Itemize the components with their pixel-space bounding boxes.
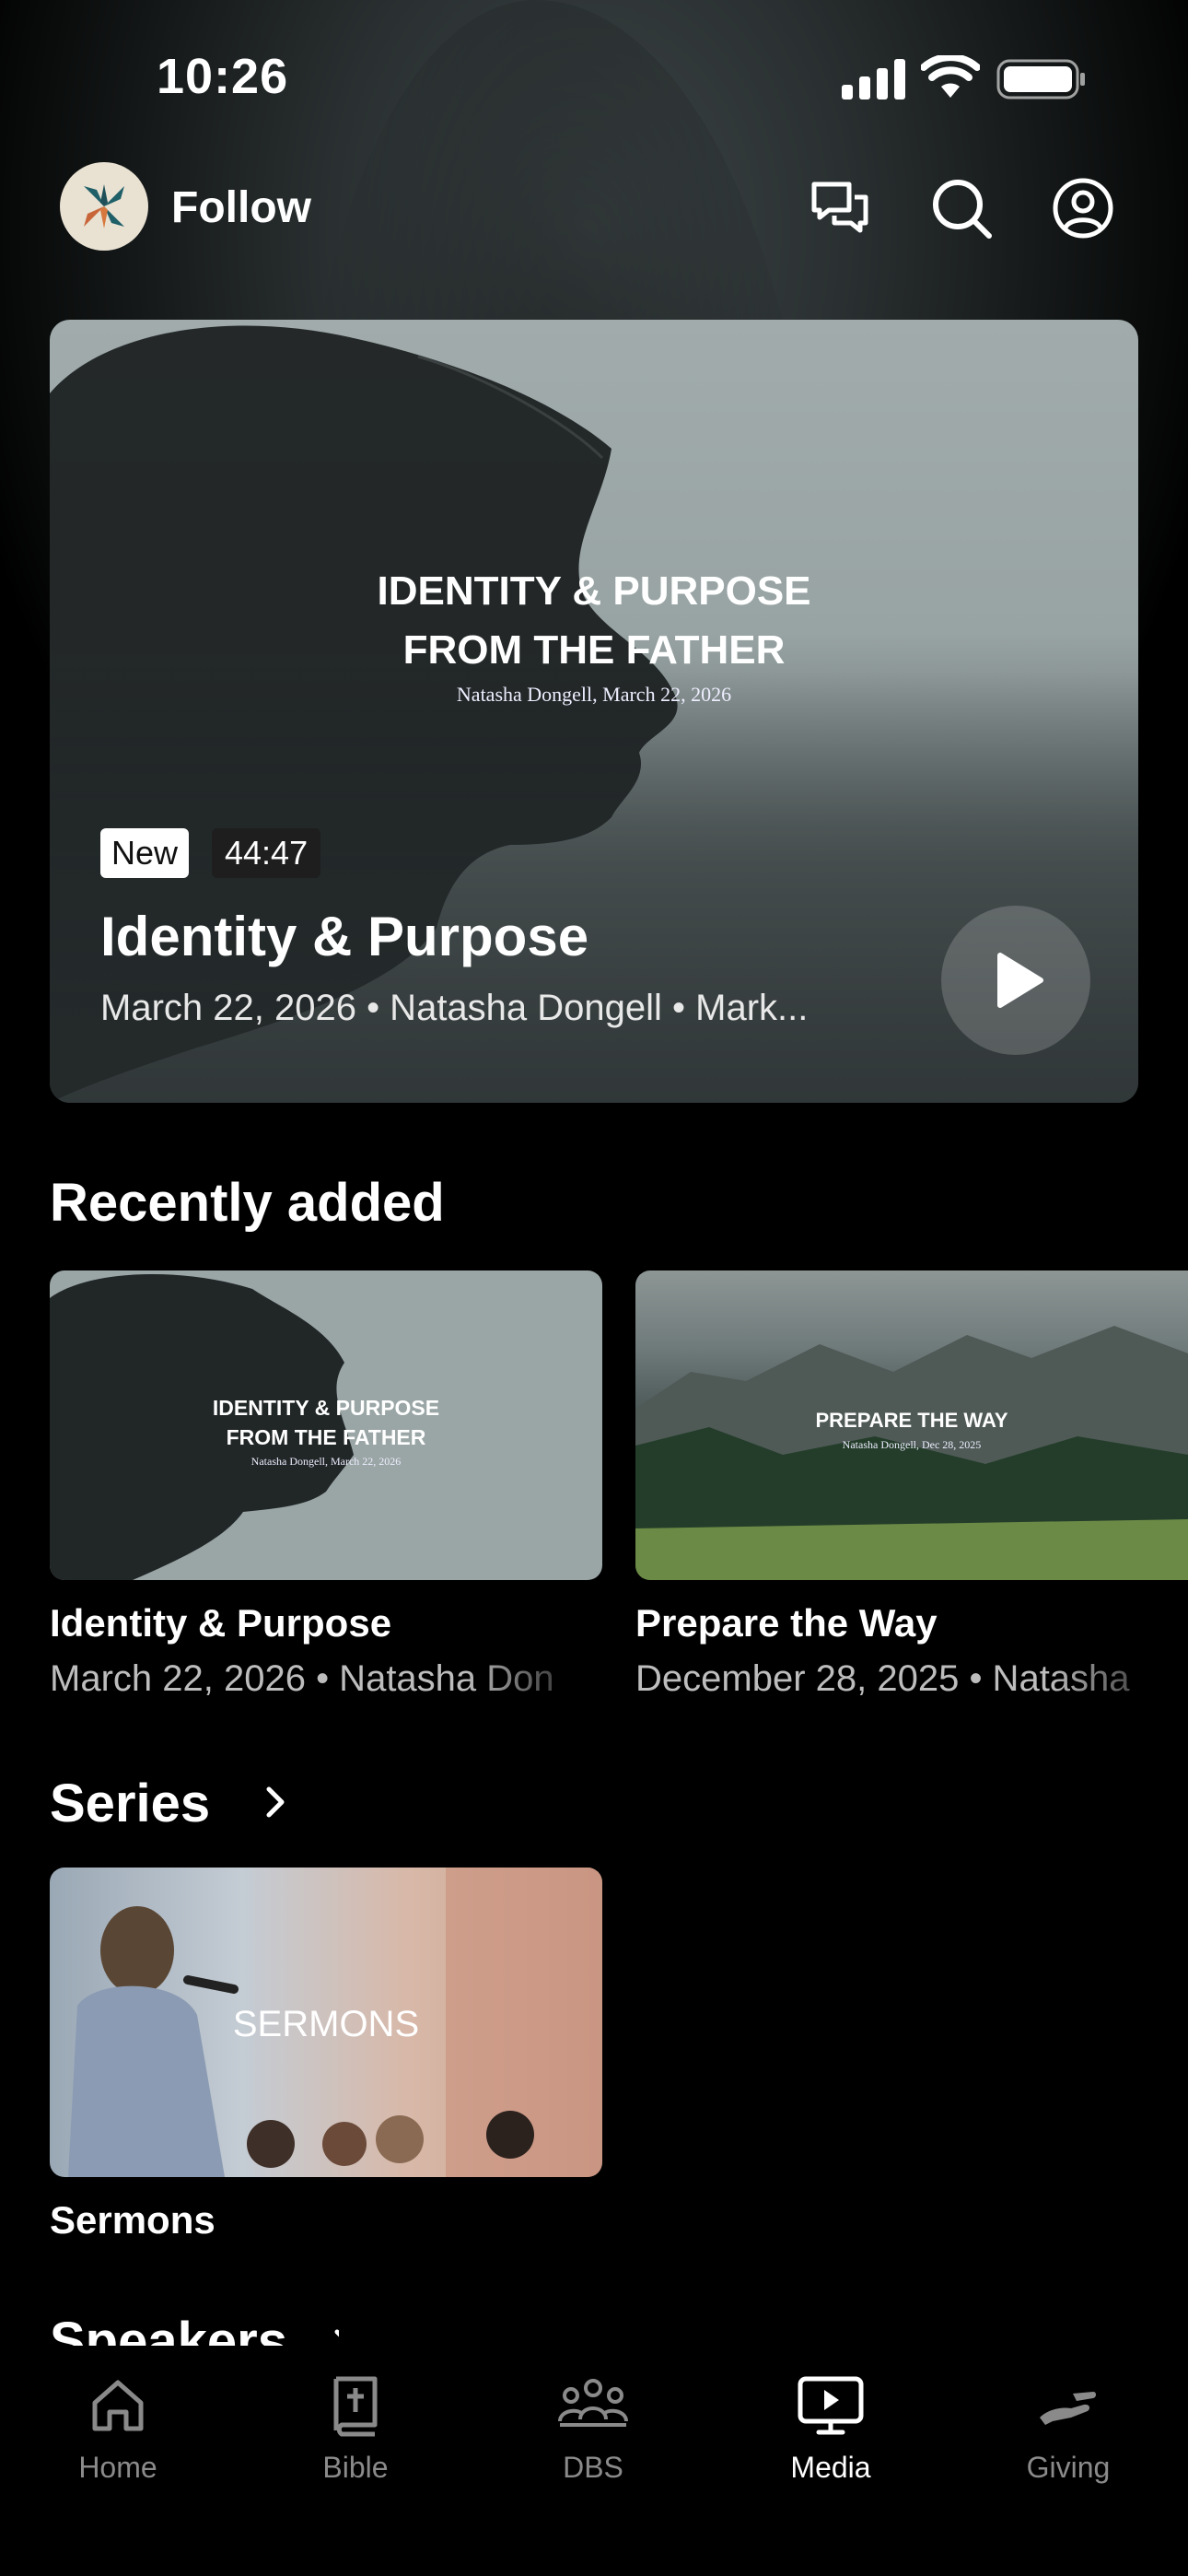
chevron-right-icon[interactable] — [256, 1784, 293, 1821]
tab-bible[interactable]: Bible — [263, 2373, 448, 2502]
tab-label: Media — [790, 2451, 871, 2484]
card-title[interactable]: Identity & Purpose — [50, 1601, 391, 1645]
app-brand-name: Follow — [171, 183, 311, 232]
chat-icon[interactable] — [807, 175, 873, 241]
tab-label: Home — [78, 2451, 157, 2484]
bottom-tab-bar: Home Bible DBS Media Giving — [0, 2346, 1188, 2576]
recent-card-prepare[interactable]: PREPARE THE WAY Natasha Dongell, Dec 28,… — [635, 1270, 1188, 1580]
duration-badge: 44:47 — [212, 828, 321, 878]
logo-mark-icon — [84, 184, 124, 228]
giving-icon — [1040, 2392, 1096, 2425]
card-art-line1: PREPARE THE WAY — [815, 1409, 1008, 1432]
play-icon — [997, 953, 1043, 1008]
battery-icon — [996, 59, 1085, 100]
search-icon[interactable] — [928, 175, 995, 241]
tab-home[interactable]: Home — [26, 2373, 210, 2502]
hero-art-title-line2: FROM THE FATHER — [402, 627, 786, 673]
play-button[interactable] — [941, 906, 1090, 1055]
hero-art-subtitle: Natasha Dongell, March 22, 2026 — [456, 683, 732, 706]
media-icon — [798, 2376, 864, 2435]
card-art-sub: Natasha Dongell, March 22, 2026 — [250, 1455, 402, 1468]
recently-added-heading: Recently added — [50, 1173, 445, 1233]
card-art-sub: Natasha Dongell, Dec 28, 2025 — [842, 1438, 982, 1451]
card-meta: December 28, 2025 • Natasha — [635, 1658, 1130, 1699]
series-card-sermons[interactable]: SERMONS — [50, 1868, 602, 2177]
featured-media-card[interactable]: IDENTITY & PURPOSE FROM THE FATHER Natas… — [50, 320, 1138, 1103]
card-title[interactable]: Prepare the Way — [635, 1601, 938, 1645]
status-bar: 10:26 — [0, 0, 1188, 157]
wifi-icon — [921, 55, 980, 98]
hero-meta: March 22, 2026 • Natasha Dongell • Mark.… — [100, 988, 809, 1028]
hero-art-title-line1: IDENTITY & PURPOSE — [377, 568, 811, 614]
new-badge: New — [100, 828, 190, 878]
app-logo[interactable] — [60, 162, 148, 251]
hero-title: Identity & Purpose — [100, 906, 589, 967]
tab-label: Bible — [322, 2451, 389, 2484]
speakers-heading[interactable]: Speakers — [50, 2311, 340, 2349]
speakers-title: Speakers — [50, 2312, 287, 2349]
status-time: 10:26 — [157, 49, 289, 104]
card-art-line1: IDENTITY & PURPOSE — [212, 1396, 440, 1420]
profile-icon[interactable] — [1050, 175, 1116, 241]
tab-label: DBS — [563, 2451, 623, 2484]
card-art-line2: FROM THE FATHER — [226, 1425, 426, 1449]
series-art-label: SERMONS — [232, 2004, 420, 2044]
home-icon — [92, 2380, 144, 2431]
tab-label: Giving — [1026, 2451, 1111, 2484]
series-heading[interactable]: Series — [50, 1773, 210, 1834]
bible-icon — [333, 2376, 378, 2437]
cellular-signal-icon — [842, 59, 905, 100]
group-icon — [558, 2379, 628, 2427]
card-meta: March 22, 2026 • Natasha Don — [50, 1658, 554, 1699]
tab-media[interactable]: Media — [739, 2373, 923, 2502]
top-navigation: Follow — [0, 162, 1188, 254]
tab-dbs[interactable]: DBS — [501, 2373, 685, 2502]
recent-card-identity[interactable]: IDENTITY & PURPOSE FROM THE FATHER Natas… — [50, 1270, 602, 1580]
series-card-title[interactable]: Sermons — [50, 2198, 215, 2242]
tab-giving[interactable]: Giving — [976, 2373, 1160, 2502]
